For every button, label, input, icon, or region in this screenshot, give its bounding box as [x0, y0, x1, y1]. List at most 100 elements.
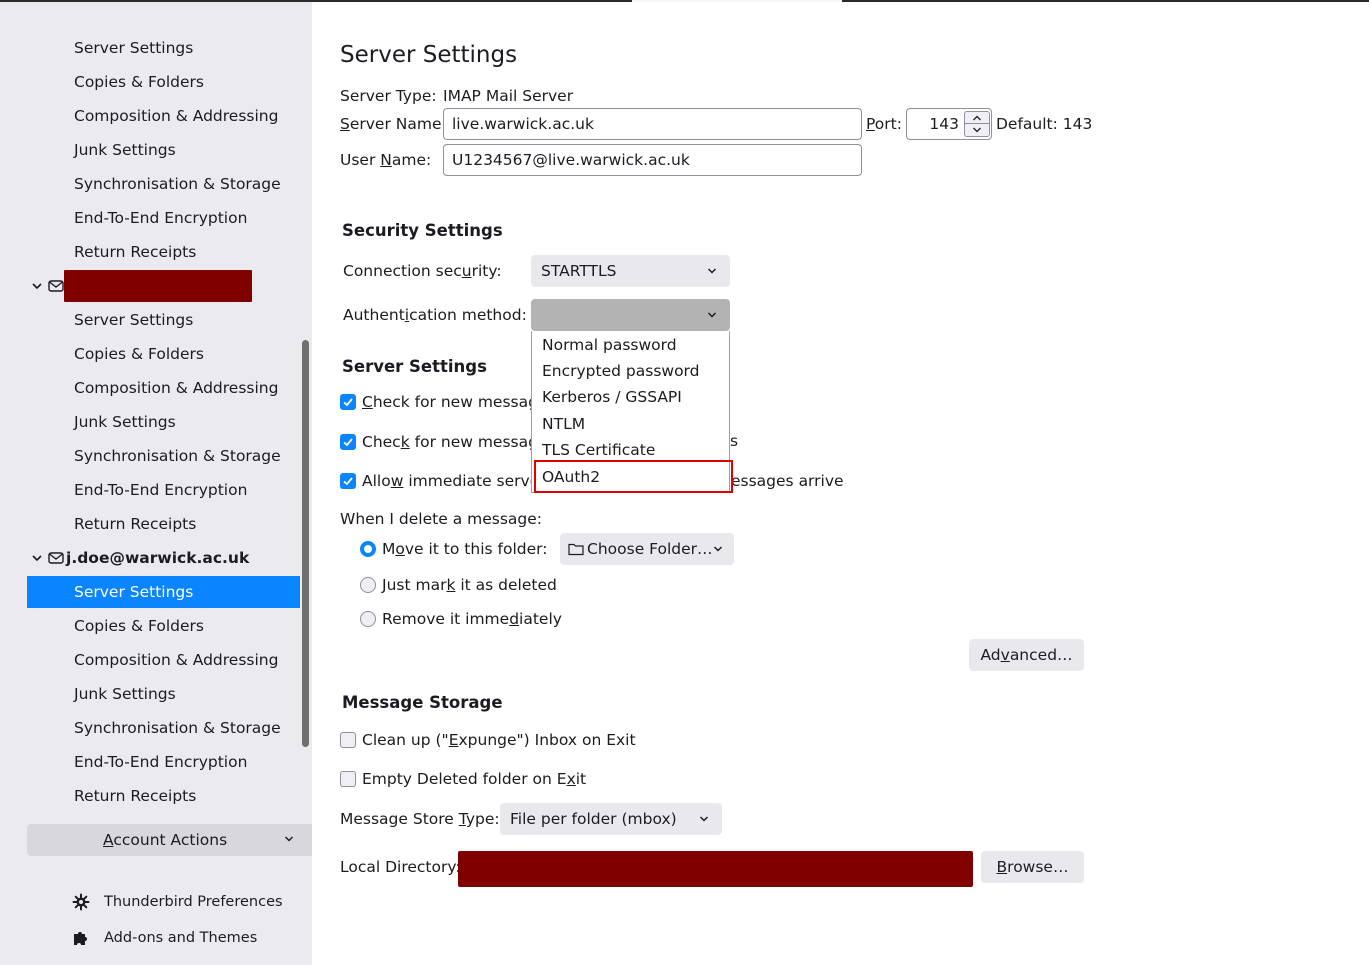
sidebar-item-composition-addressing[interactable]: Composition & Addressing — [27, 644, 300, 676]
auth-option-tls-certificate[interactable]: TLS Certificate — [542, 437, 655, 463]
chevron-down-icon — [699, 816, 709, 822]
sidebar-scrollbar[interactable] — [302, 340, 309, 747]
sidebar-item-server-settings-selected[interactable]: Server Settings — [27, 576, 300, 608]
sidebar-item-server-settings[interactable]: Server Settings — [27, 32, 300, 64]
allow-immediate-notifications[interactable]: Allow immediate serve — [340, 470, 539, 492]
sidebar-item-server-settings[interactable]: Server Settings — [27, 304, 300, 336]
port-increment[interactable] — [965, 112, 989, 124]
sidebar-item-junk-settings[interactable]: Junk Settings — [27, 678, 300, 710]
connection-security-label: Connection security: — [343, 262, 502, 280]
radio-unselected[interactable] — [360, 611, 376, 627]
mail-icon — [48, 552, 64, 564]
server-name-label: Server Name: — [340, 115, 447, 133]
checkmark-icon — [343, 477, 353, 486]
check2-label-tail: s — [730, 432, 739, 450]
radio-remove-label: Remove it immediately — [382, 610, 562, 628]
port-input[interactable] — [909, 110, 959, 138]
sidebar-item-return-receipts[interactable]: Return Receipts — [27, 780, 300, 812]
local-directory-input-redacted[interactable] — [458, 851, 973, 887]
sidebar-item-junk-settings[interactable]: Junk Settings — [27, 406, 300, 438]
checkbox-checked[interactable] — [340, 473, 356, 489]
sidebar-item-copies-folders[interactable]: Copies & Folders — [27, 610, 300, 642]
checkbox-checked[interactable] — [340, 394, 356, 410]
sidebar-item-sync-storage[interactable]: Synchronisation & Storage — [27, 440, 300, 472]
delete-message-label: When I delete a message: — [340, 510, 542, 528]
chevron-down-icon — [284, 836, 294, 842]
user-name-label: User Name: — [340, 151, 432, 169]
auth-option-kerberos[interactable]: Kerberos / GSSAPI — [542, 384, 682, 410]
settings-main-pane: Server Settings Server Type: IMAP Mail S… — [312, 2, 1369, 965]
sidebar-item-junk-settings[interactable]: Junk Settings — [27, 134, 300, 166]
port-spinner — [964, 111, 990, 137]
sidebar-item-return-receipts[interactable]: Return Receipts — [27, 236, 300, 268]
checkbox-unchecked[interactable] — [340, 732, 356, 748]
redacted-account-name — [64, 270, 252, 302]
sidebar-item-composition-addressing[interactable]: Composition & Addressing — [27, 372, 300, 404]
sidebar-item-e2e-encryption[interactable]: End-To-End Encryption — [27, 746, 300, 778]
connection-security-select[interactable]: STARTTLS — [531, 255, 730, 287]
advanced-button[interactable]: Advanced… — [969, 639, 1084, 671]
server-name-input[interactable] — [443, 108, 862, 140]
auth-option-ntlm[interactable]: NTLM — [542, 411, 585, 437]
thunderbird-preferences-link[interactable]: Thunderbird Preferences — [72, 890, 283, 914]
check3-label-tail: essages arrive — [731, 472, 844, 490]
account-sidebar: Server Settings Copies & Folders Composi… — [0, 2, 312, 965]
radio-remove-immediately[interactable]: Remove it immediately — [360, 608, 562, 630]
expunge-label: Clean up ("Expunge") Inbox on Exit — [362, 731, 636, 749]
store-type-select[interactable]: File per folder (mbox) — [500, 803, 722, 835]
security-settings-heading: Security Settings — [342, 221, 503, 240]
mail-icon — [48, 280, 64, 292]
account-actions-button[interactable]: Account Actions — [27, 824, 312, 856]
radio-move-label: Move it to this folder: — [382, 540, 548, 558]
server-type-value: IMAP Mail Server — [443, 87, 574, 105]
radio-mark-deleted[interactable]: Just mark it as deleted — [360, 574, 557, 596]
expunge-inbox-on-exit[interactable]: Clean up ("Expunge") Inbox on Exit — [340, 729, 636, 751]
sidebar-item-copies-folders[interactable]: Copies & Folders — [27, 338, 300, 370]
auth-option-encrypted-password[interactable]: Encrypted password — [542, 358, 700, 384]
user-name-input[interactable] — [443, 144, 862, 176]
check-new-messages-interval[interactable]: Check for new message — [340, 431, 548, 453]
account-row-redacted[interactable] — [30, 270, 66, 302]
auth-option-normal-password[interactable]: Normal password — [542, 332, 677, 358]
browse-button[interactable]: Browse… — [981, 851, 1084, 883]
sidebar-item-e2e-encryption[interactable]: End-To-End Encryption — [27, 474, 300, 506]
sidebar-item-composition-addressing[interactable]: Composition & Addressing — [27, 100, 300, 132]
chevron-down-icon — [713, 546, 723, 552]
choose-folder-select[interactable]: Choose Folder… — [560, 533, 734, 565]
radio-move-to-folder[interactable]: Move it to this folder: — [360, 538, 547, 560]
message-storage-heading: Message Storage — [342, 693, 503, 712]
auth-method-select[interactable] — [531, 299, 730, 331]
account-row-jdoe[interactable]: j.doe@warwick.ac.uk — [30, 542, 249, 574]
chevron-down-icon[interactable] — [30, 551, 44, 565]
server-type-label: Server Type: — [340, 87, 437, 105]
port-field — [906, 108, 992, 140]
port-decrement[interactable] — [965, 124, 989, 136]
sidebar-item-return-receipts[interactable]: Return Receipts — [27, 508, 300, 540]
radio-selected[interactable] — [360, 541, 376, 557]
sidebar-item-sync-storage[interactable]: Synchronisation & Storage — [27, 712, 300, 744]
server-settings-heading: Server Settings — [342, 357, 487, 376]
checkmark-icon — [343, 398, 353, 407]
store-type-label: Message Store Type: — [340, 810, 500, 828]
checkbox-unchecked[interactable] — [340, 771, 356, 787]
sidebar-item-sync-storage[interactable]: Synchronisation & Storage — [27, 168, 300, 200]
chevron-down-icon — [973, 127, 981, 133]
gear-icon — [72, 893, 90, 911]
empty-deleted-on-exit[interactable]: Empty Deleted folder on Exit — [340, 768, 586, 790]
chevron-down-icon — [707, 312, 717, 318]
addons-themes-link[interactable]: Add-ons and Themes — [72, 926, 257, 950]
port-label: Port: — [866, 115, 902, 133]
check-new-messages-startup[interactable]: Check for new message — [340, 391, 547, 413]
sidebar-item-copies-folders[interactable]: Copies & Folders — [27, 66, 300, 98]
preferences-label: Thunderbird Preferences — [104, 894, 283, 910]
auth-method-dropdown: Normal password Encrypted password Kerbe… — [531, 331, 730, 493]
sidebar-item-e2e-encryption[interactable]: End-To-End Encryption — [27, 202, 300, 234]
empty-deleted-label: Empty Deleted folder on Exit — [362, 770, 587, 788]
radio-unselected[interactable] — [360, 577, 376, 593]
radio-mark-label: Just mark it as deleted — [382, 576, 557, 594]
checkbox-checked[interactable] — [340, 434, 356, 450]
account-actions-label: Account Actions — [103, 831, 228, 849]
puzzle-icon — [74, 932, 87, 945]
auth-option-oauth2[interactable]: OAuth2 — [542, 464, 600, 490]
chevron-down-icon[interactable] — [30, 279, 44, 293]
